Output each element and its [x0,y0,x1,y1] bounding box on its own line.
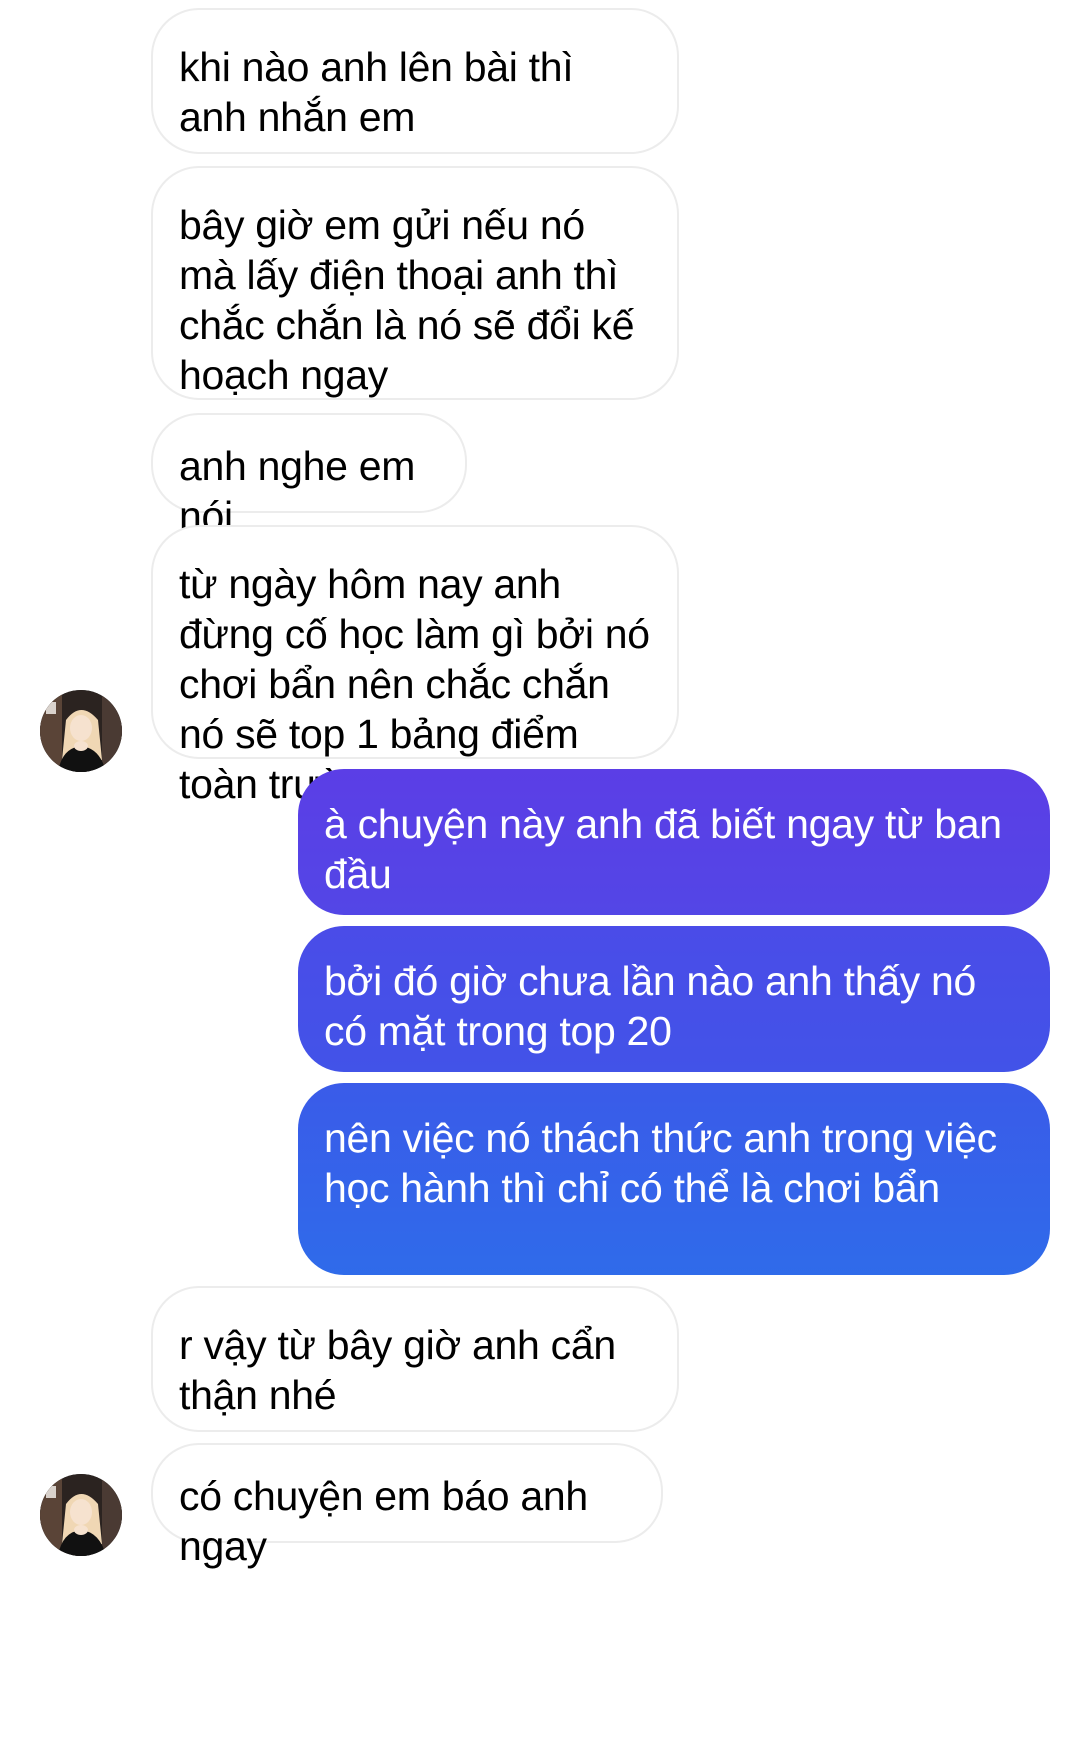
message-bubble-outgoing[interactable]: nên việc nó thách thức anh trong việc họ… [298,1083,1050,1275]
contact-avatar[interactable] [40,1474,122,1556]
message-text: có chuyện em báo anh ngay [179,1473,588,1569]
message-bubble-incoming[interactable]: bây giờ em gửi nếu nó mà lấy điện thoại … [151,166,679,400]
message-bubble-incoming[interactable]: từ ngày hôm nay anh đừng cố học làm gì b… [151,525,679,807]
message-bubble-outgoing[interactable]: bởi đó giờ chưa lần nào anh thấy nó có m… [298,926,1050,1072]
chat-thread: khi nào anh lên bài thì anh nhắn em bây … [0,0,1080,1748]
message-bubble-incoming[interactable]: r vậy từ bây giờ anh cẩn thận nhé [151,1286,679,1432]
message-text: à chuyện này anh đã biết ngay từ ban đầu [324,801,1002,897]
contact-avatar[interactable] [40,690,122,772]
avatar-photo-icon [40,1474,122,1556]
message-bubble-outgoing[interactable]: à chuyện này anh đã biết ngay từ ban đầu [298,769,1050,915]
message-bubble-incoming[interactable]: anh nghe em nói [151,413,467,539]
message-text: bây giờ em gửi nếu nó mà lấy điện thoại … [179,202,635,398]
message-text: nên việc nó thách thức anh trong việc họ… [324,1115,997,1211]
message-bubble-incoming[interactable]: có chuyện em báo anh ngay [151,1443,663,1569]
message-text: bởi đó giờ chưa lần nào anh thấy nó có m… [324,958,977,1054]
avatar-photo-icon [40,690,122,772]
message-text: khi nào anh lên bài thì anh nhắn em [179,44,574,140]
message-text: r vậy từ bây giờ anh cẩn thận nhé [179,1322,616,1418]
message-bubble-incoming[interactable]: khi nào anh lên bài thì anh nhắn em [151,8,679,154]
